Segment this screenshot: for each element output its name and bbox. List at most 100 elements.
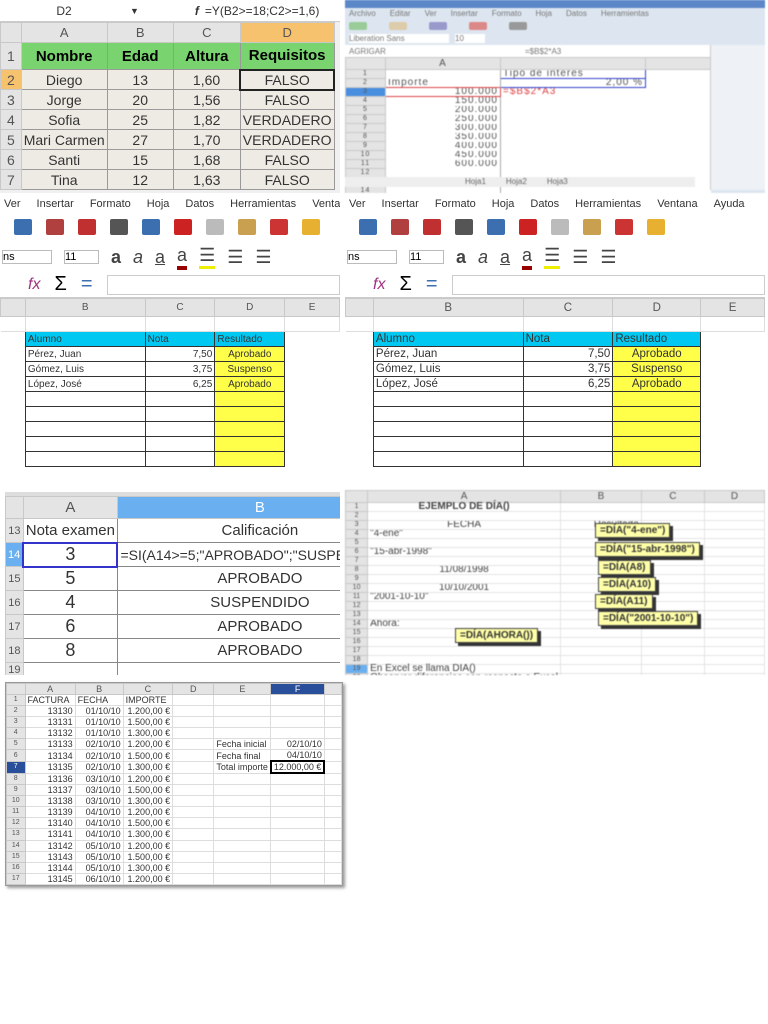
row-header[interactable]: 7: [0, 169, 22, 190]
pdf-export-icon[interactable]: [423, 219, 441, 235]
cell[interactable]: 04/10/10: [74, 806, 124, 819]
column-header[interactable]: C: [144, 298, 216, 317]
column-header[interactable]: B: [560, 490, 642, 503]
column-header[interactable]: D: [214, 298, 286, 317]
cell[interactable]: 6,25: [144, 376, 216, 392]
cell[interactable]: [214, 406, 286, 422]
cell[interactable]: [25, 316, 146, 332]
cell[interactable]: [372, 391, 524, 407]
cell[interactable]: [323, 749, 342, 762]
cell[interactable]: [501, 124, 646, 133]
cell[interactable]: [704, 511, 765, 521]
cell[interactable]: [213, 693, 272, 707]
row-header[interactable]: 4: [345, 529, 369, 539]
cell[interactable]: "15-abr-1998": [367, 547, 562, 557]
row-header[interactable]: 6: [345, 547, 369, 557]
cell[interactable]: [285, 392, 340, 407]
cell[interactable]: [501, 142, 646, 151]
cell[interactable]: Diego: [20, 69, 108, 90]
cell[interactable]: [270, 839, 325, 852]
cell[interactable]: [346, 347, 374, 362]
cell[interactable]: 27: [106, 129, 174, 150]
cell[interactable]: [701, 422, 765, 437]
print-preview-icon[interactable]: [142, 219, 160, 235]
cell[interactable]: 12.000,00 €: [269, 760, 326, 775]
row-header[interactable]: 16: [5, 590, 24, 615]
dropdown-arrow-icon[interactable]: ▼: [130, 6, 139, 16]
open-icon[interactable]: [389, 21, 407, 30]
equals-icon[interactable]: =: [81, 273, 93, 296]
cell[interactable]: [270, 817, 325, 830]
row-header[interactable]: 15: [5, 566, 24, 591]
cell[interactable]: [172, 705, 215, 718]
cell[interactable]: Pérez, Juan: [24, 346, 146, 362]
cell[interactable]: FECHA: [74, 693, 124, 707]
align-center-icon[interactable]: ☰: [600, 247, 616, 268]
cell[interactable]: [501, 187, 646, 194]
cell[interactable]: 13: [106, 69, 174, 90]
cell[interactable]: Aprobado: [612, 376, 702, 392]
cell[interactable]: [285, 377, 340, 392]
cell[interactable]: [522, 421, 614, 437]
menu-item[interactable]: Formato: [90, 198, 131, 210]
cell[interactable]: 13140: [24, 817, 76, 830]
cell[interactable]: [214, 316, 286, 332]
cell[interactable]: 13145: [24, 872, 76, 885]
function-wizard-icon[interactable]: fx: [28, 276, 40, 294]
row-header[interactable]: 5: [345, 105, 386, 115]
cell[interactable]: 05/10/10: [74, 861, 124, 874]
row-header[interactable]: 3: [345, 520, 369, 530]
column-header[interactable]: [323, 683, 342, 695]
cell[interactable]: 1.500,00 €: [122, 749, 174, 762]
column-label[interactable]: Resultado: [214, 331, 286, 347]
row-header[interactable]: 2: [6, 705, 26, 718]
cell[interactable]: Calificación: [116, 518, 340, 543]
cell[interactable]: [270, 727, 325, 740]
row-header[interactable]: 14: [345, 186, 386, 193]
cell[interactable]: [270, 795, 325, 808]
cell[interactable]: 10/10/2001: [367, 583, 562, 593]
cell[interactable]: [144, 391, 216, 407]
cell[interactable]: 13141: [24, 828, 76, 841]
cell[interactable]: [560, 502, 642, 512]
cell[interactable]: 1,70: [172, 129, 241, 150]
cell[interactable]: 13135: [24, 760, 76, 774]
cell[interactable]: [704, 520, 765, 530]
cell[interactable]: [641, 673, 705, 675]
cell[interactable]: [560, 673, 642, 675]
cell[interactable]: [560, 664, 642, 674]
column-label[interactable]: Nota: [144, 331, 216, 347]
row-header[interactable]: 12: [345, 601, 369, 611]
cell[interactable]: [522, 391, 614, 407]
column-header[interactable]: D: [612, 298, 702, 317]
cell[interactable]: [704, 538, 765, 548]
cell[interactable]: [213, 861, 272, 874]
row-header[interactable]: 3: [6, 716, 26, 729]
save-icon[interactable]: [14, 219, 32, 235]
sheet-tab[interactable]: Hoja2: [506, 177, 527, 187]
cell[interactable]: [367, 574, 562, 584]
cell[interactable]: [1, 392, 26, 407]
cell[interactable]: =$B$2*A3: [501, 88, 646, 97]
cell[interactable]: [367, 538, 562, 548]
row-header[interactable]: 13: [5, 518, 24, 543]
cell[interactable]: IMPORTE: [122, 693, 174, 707]
column-header[interactable]: D: [703, 490, 765, 503]
cell[interactable]: 1.300,00 €: [122, 795, 174, 808]
cell[interactable]: [323, 806, 342, 819]
cell[interactable]: [646, 142, 711, 151]
cell[interactable]: [522, 451, 614, 467]
sum-icon[interactable]: Σ: [54, 273, 66, 296]
cell[interactable]: [1, 362, 26, 377]
cell[interactable]: 1.200,00 €: [122, 705, 174, 718]
cell[interactable]: APROBADO: [116, 638, 340, 663]
cell[interactable]: [172, 727, 215, 740]
cell[interactable]: 1.300,00 €: [122, 861, 174, 874]
menu-item[interactable]: Insertar: [451, 9, 478, 18]
cell[interactable]: [704, 655, 765, 665]
row-header[interactable]: 16: [345, 637, 369, 647]
row-header[interactable]: 16: [6, 861, 26, 874]
cell[interactable]: [501, 115, 646, 124]
cell[interactable]: Gómez, Luis: [372, 361, 524, 377]
cell[interactable]: Tina: [20, 169, 108, 190]
